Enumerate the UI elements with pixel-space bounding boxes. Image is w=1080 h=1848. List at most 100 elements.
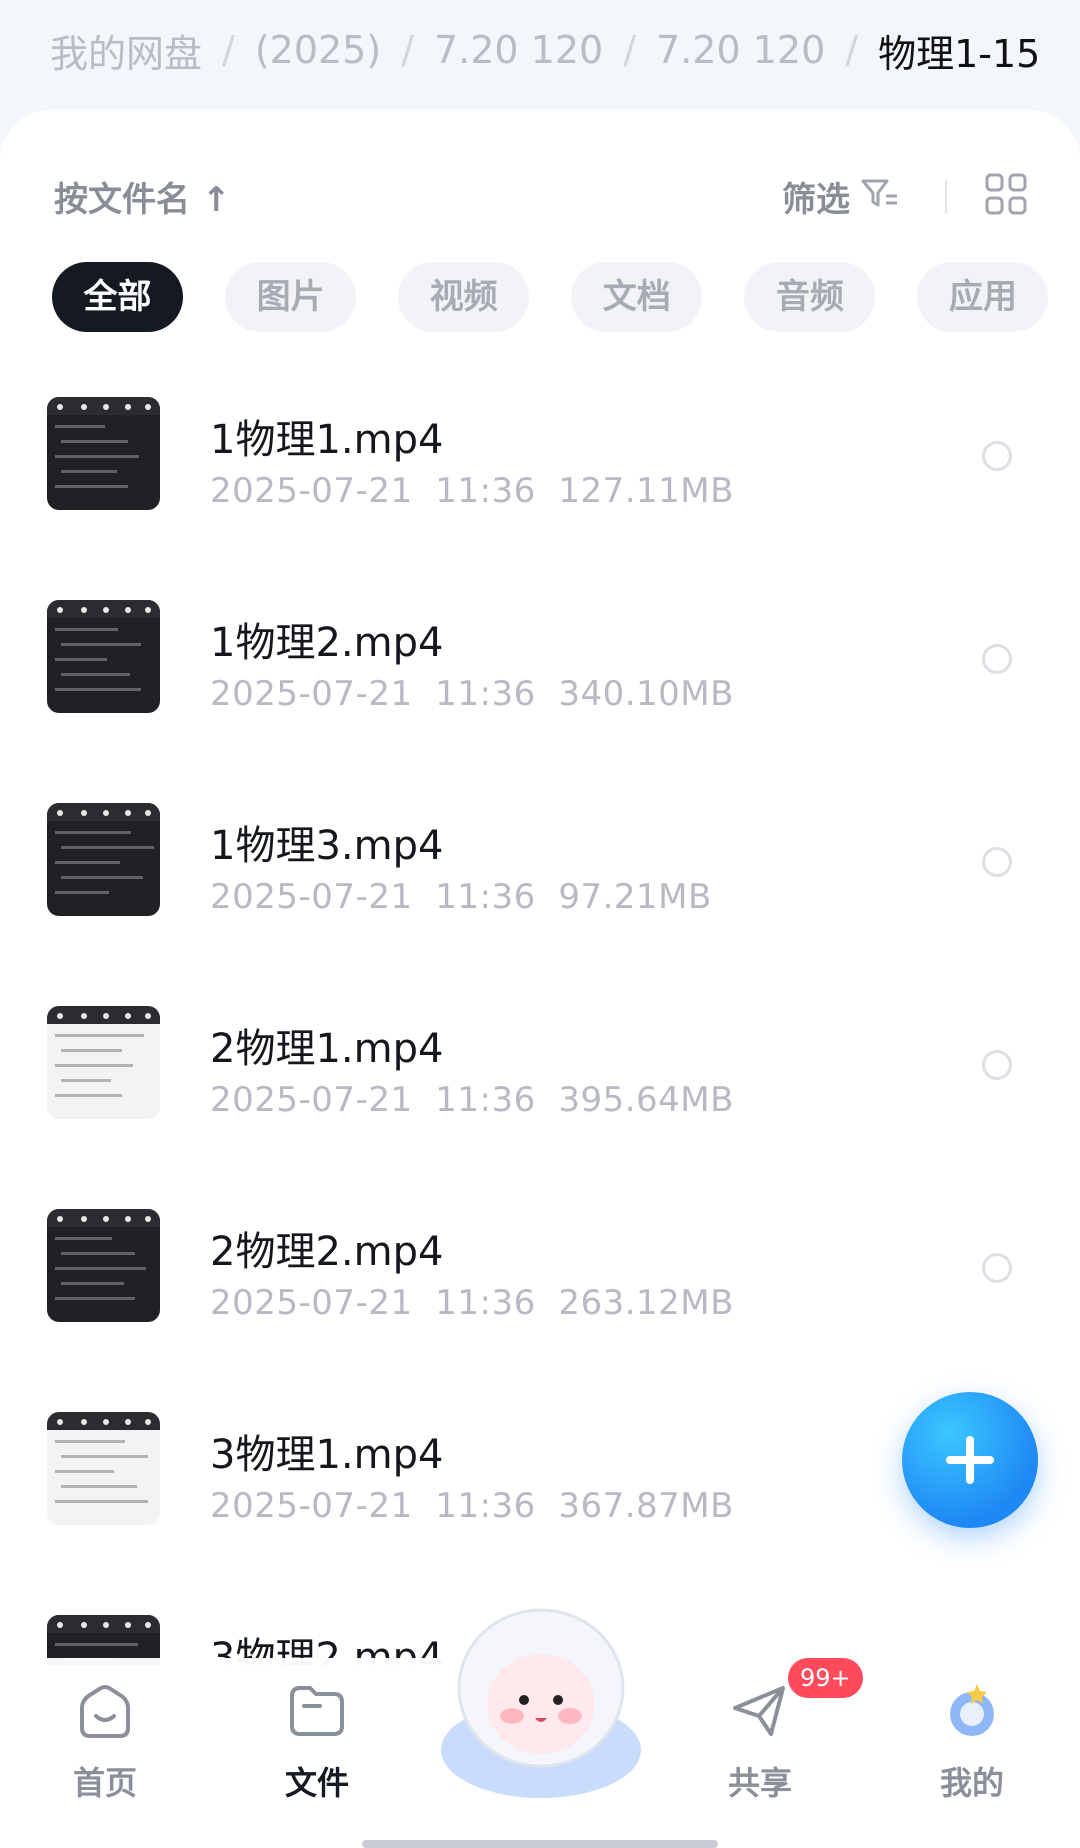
thumbnail-dot <box>103 1419 109 1425</box>
video-thumbnail <box>47 1006 160 1119</box>
home-icon <box>80 1685 130 1738</box>
thumbnail-line <box>61 1485 137 1488</box>
thumbnail-line <box>55 1440 125 1443</box>
file-time: 11:36 <box>435 1080 536 1120</box>
breadcrumb-item-year[interactable]: (2025) <box>255 28 381 72</box>
file-time: 11:36 <box>435 471 536 511</box>
thumbnail-line <box>61 470 117 473</box>
sort-button[interactable]: 按文件名 ↑ <box>54 172 230 221</box>
thumbnail-line <box>55 1643 138 1646</box>
thumbnail-line <box>55 1470 114 1473</box>
thumbnail-line <box>55 455 139 458</box>
thumbnail-line <box>61 643 141 646</box>
thumbnail-dot <box>81 1216 87 1222</box>
thumbnail-dot <box>57 404 63 410</box>
nav-files[interactable]: 文件 <box>252 1678 382 1808</box>
thumbnail-dot <box>81 1419 87 1425</box>
file-row[interactable]: 1物理3.mp4 2025-07-21 11:36 97.21MB <box>0 791 1080 994</box>
file-row[interactable]: 1物理2.mp4 2025-07-21 11:36 340.10MB <box>0 588 1080 791</box>
thumbnail-dot <box>103 404 109 410</box>
chip-documents[interactable]: 文档 <box>571 262 703 332</box>
select-radio[interactable] <box>982 1050 1012 1080</box>
breadcrumb-item-subfolder[interactable]: 7.20 120 <box>656 28 825 72</box>
thumbnail-line <box>55 861 120 864</box>
file-meta: 2025-07-21 11:36 263.12MB <box>210 1283 734 1323</box>
share-badge: 99+ <box>788 1658 863 1698</box>
thumbnail-dot <box>125 1216 131 1222</box>
share-icon <box>733 1686 785 1736</box>
file-row[interactable]: 2物理1.mp4 2025-07-21 11:36 395.64MB <box>0 994 1080 1197</box>
file-name: 2物理2.mp4 <box>210 1229 444 1275</box>
breadcrumb-separator: / <box>623 28 637 72</box>
file-date: 2025-07-21 <box>210 471 413 511</box>
select-radio[interactable] <box>982 847 1012 877</box>
thumbnail-line <box>61 1455 148 1458</box>
chip-videos[interactable]: 视频 <box>398 262 530 332</box>
chip-audio[interactable]: 音频 <box>744 262 876 332</box>
thumbnail-dot <box>57 1419 63 1425</box>
file-date: 2025-07-21 <box>210 877 413 917</box>
thumbnail-dot <box>81 607 87 613</box>
select-radio[interactable] <box>982 1253 1012 1283</box>
file-meta: 2025-07-21 11:36 367.87MB <box>210 1486 734 1526</box>
add-button[interactable] <box>902 1392 1038 1528</box>
nav-home[interactable]: 首页 <box>40 1678 170 1808</box>
file-name: 1物理3.mp4 <box>210 823 444 869</box>
file-time: 11:36 <box>435 1486 536 1526</box>
file-size: 97.21MB <box>558 877 712 917</box>
thumbnail-dot <box>57 1013 63 1019</box>
nav-label: 我的 <box>939 1764 1004 1802</box>
file-row[interactable]: 1物理1.mp4 2025-07-21 11:36 127.11MB <box>0 385 1080 588</box>
thumbnail-dot <box>125 1622 131 1628</box>
file-size: 127.11MB <box>558 471 734 511</box>
thumbnail-line <box>55 628 118 631</box>
thumbnail-line <box>55 658 107 661</box>
file-time: 11:36 <box>435 674 536 714</box>
toolbar-divider <box>945 180 947 214</box>
nav-label: 首页 <box>72 1764 137 1802</box>
thumbnail-line <box>55 485 128 488</box>
video-thumbnail <box>47 1209 160 1322</box>
thumbnail-dot <box>125 1013 131 1019</box>
breadcrumb-current: 物理1-15 <box>878 31 1041 76</box>
file-name: 1物理2.mp4 <box>210 620 444 666</box>
grid-view-icon[interactable] <box>984 172 1028 216</box>
thumbnail-line <box>61 1079 111 1082</box>
thumbnail-dot <box>145 810 151 816</box>
thumbnail-dot <box>103 1216 109 1222</box>
thumbnail-dot <box>103 1013 109 1019</box>
thumbnail-line <box>55 425 105 428</box>
thumbnail-dot <box>125 607 131 613</box>
file-panel: 按文件名 ↑ 筛选 全部 图片 视频 文档 音频 应用 1物理1.mp4 202… <box>0 110 1080 1848</box>
nav-profile[interactable]: 我的 <box>907 1678 1037 1808</box>
select-radio[interactable] <box>982 644 1012 674</box>
home-indicator <box>362 1840 718 1848</box>
file-browser-screen: 我的网盘 / (2025) / 7.20 120 / 7.20 120 / 物理… <box>0 0 1080 1848</box>
file-row[interactable]: 2物理2.mp4 2025-07-21 11:36 263.12MB <box>0 1197 1080 1400</box>
thumbnail-dot <box>103 810 109 816</box>
thumbnail-dot <box>125 810 131 816</box>
thumbnail-dot <box>57 1622 63 1628</box>
file-size: 395.64MB <box>558 1080 734 1120</box>
thumbnail-line <box>55 688 141 691</box>
thumbnail-dot <box>81 404 87 410</box>
thumbnail-line <box>55 1237 112 1240</box>
file-time: 11:36 <box>435 1283 536 1323</box>
file-size: 340.10MB <box>558 674 734 714</box>
breadcrumb-item-root[interactable]: 我的网盘 <box>50 23 202 78</box>
chip-images[interactable]: 图片 <box>225 262 357 332</box>
chip-all[interactable]: 全部 <box>52 262 183 332</box>
file-meta: 2025-07-21 11:36 97.21MB <box>210 877 712 917</box>
toolbar: 按文件名 ↑ 筛选 <box>0 110 1080 280</box>
select-radio[interactable] <box>982 441 1012 471</box>
thumbnail-dot <box>81 1013 87 1019</box>
filter-button[interactable]: 筛选 <box>782 172 850 221</box>
file-size: 367.87MB <box>558 1486 734 1526</box>
mascot-icon[interactable] <box>432 1600 650 1800</box>
breadcrumb-item-folder[interactable]: 7.20 120 <box>434 28 603 72</box>
chip-apps[interactable]: 应用 <box>917 262 1049 332</box>
file-date: 2025-07-21 <box>210 1080 413 1120</box>
filter-icon[interactable] <box>860 174 900 214</box>
category-chips: 全部 图片 视频 文档 音频 应用 <box>52 262 1080 334</box>
thumbnail-line <box>61 673 130 676</box>
